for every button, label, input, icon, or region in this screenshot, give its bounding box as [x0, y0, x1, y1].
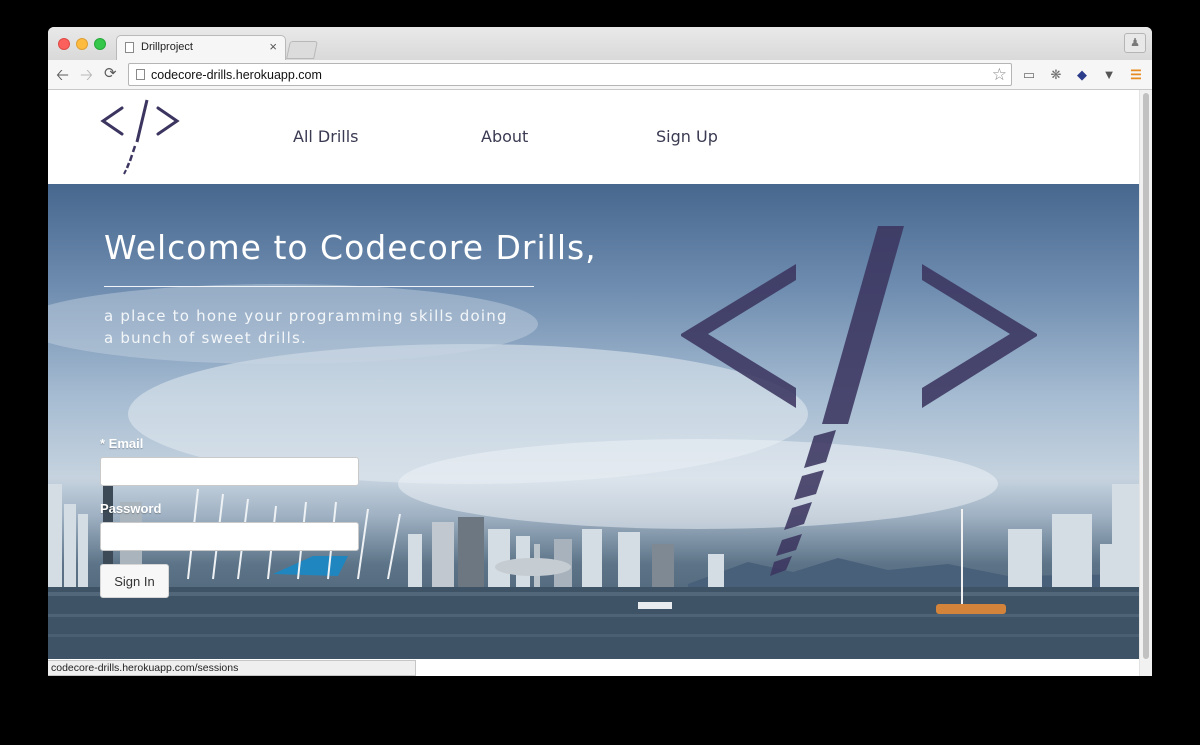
- window-minimize-button[interactable]: [76, 38, 88, 50]
- nav-about[interactable]: About: [481, 127, 528, 146]
- email-field[interactable]: [100, 457, 359, 486]
- address-url: codecore-drills.herokuapp.com: [151, 68, 322, 82]
- pocket-icon[interactable]: ▼: [1100, 66, 1118, 84]
- browser-titlebar: Drillproject × ♟: [48, 27, 1152, 60]
- password-label: Password: [100, 501, 162, 516]
- browser-window: Drillproject × ♟ 🡠 🡢 ⟳ codecore-drills.h…: [48, 27, 1152, 676]
- sign-in-button[interactable]: Sign In: [100, 564, 169, 598]
- page-viewport: All Drills About Sign Up Welcome to Code…: [48, 90, 1139, 676]
- cast-icon[interactable]: ▭: [1020, 66, 1038, 84]
- code-drill-logo-large: [681, 226, 1037, 576]
- address-bar[interactable]: codecore-drills.herokuapp.com ☆: [128, 63, 1012, 86]
- forward-arrow-icon[interactable]: 🡢: [80, 64, 93, 91]
- browser-toolbar: 🡠 🡢 ⟳ codecore-drills.herokuapp.com ☆ ▭ …: [48, 60, 1152, 90]
- profile-icon[interactable]: ♟: [1124, 33, 1146, 53]
- tab-title: Drillproject: [141, 41, 193, 53]
- nav-sign-up[interactable]: Sign Up: [656, 127, 718, 146]
- page-scrollbar[interactable]: [1139, 90, 1152, 676]
- window-maximize-button[interactable]: [94, 38, 106, 50]
- hero-title: Welcome to Codecore Drills,: [104, 228, 597, 267]
- menu-icon[interactable]: ☰: [1127, 66, 1145, 84]
- new-tab-button[interactable]: [286, 41, 318, 59]
- page-icon: [125, 42, 134, 53]
- hero-divider: [104, 286, 534, 287]
- shield-icon[interactable]: ◆: [1073, 66, 1091, 84]
- hero-subtitle: a place to hone your programming skills …: [104, 307, 508, 347]
- browser-tab[interactable]: Drillproject ×: [116, 35, 286, 60]
- status-bar-url: codecore-drills.herokuapp.com/sessions: [48, 660, 416, 676]
- password-field[interactable]: [100, 522, 359, 551]
- window-close-button[interactable]: [58, 38, 70, 50]
- email-label: * Email: [100, 436, 144, 451]
- nav-all-drills[interactable]: All Drills: [293, 127, 359, 146]
- bug-icon[interactable]: ❋: [1047, 66, 1065, 84]
- back-arrow-icon[interactable]: 🡠: [56, 64, 69, 91]
- scrollbar-thumb[interactable]: [1143, 93, 1149, 659]
- star-icon[interactable]: ☆: [992, 65, 1007, 85]
- tab-close-icon[interactable]: ×: [269, 39, 277, 54]
- site-header: All Drills About Sign Up: [48, 90, 1139, 184]
- page-icon: [136, 69, 145, 80]
- reload-icon[interactable]: ⟳: [104, 64, 117, 82]
- code-drill-logo[interactable]: [100, 96, 182, 183]
- hero-banner: Welcome to Codecore Drills, a place to h…: [48, 184, 1139, 659]
